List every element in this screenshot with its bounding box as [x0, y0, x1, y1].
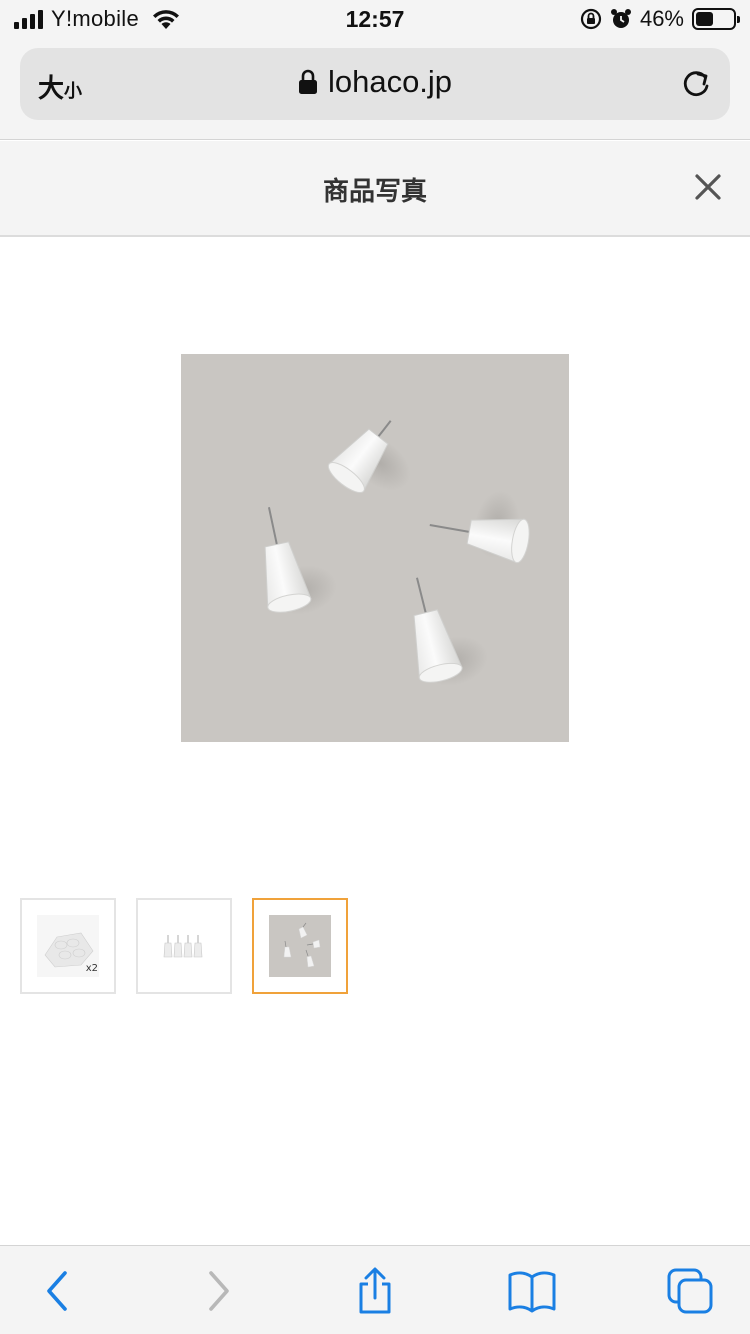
battery-icon	[692, 8, 740, 30]
forward-icon	[209, 1271, 229, 1311]
alarm-icon	[610, 9, 631, 28]
bookmarks-icon	[508, 1271, 556, 1313]
url-display[interactable]: lohaco.jp	[20, 64, 730, 100]
modal-header: 商品写真	[0, 141, 750, 237]
thumbnail-badge: x2	[85, 963, 98, 974]
forward-button[interactable]	[193, 1266, 243, 1316]
status-right: 46%	[580, 6, 740, 32]
close-icon[interactable]	[690, 169, 726, 205]
browser-top-bar: 大小 lohaco.jp	[0, 40, 750, 140]
share-button[interactable]	[350, 1266, 400, 1316]
thumbnail-2-image	[153, 915, 215, 977]
tabs-button[interactable]	[665, 1266, 715, 1316]
thumbnail-3[interactable]	[252, 898, 348, 994]
thumbnail-strip: x2	[20, 898, 348, 994]
tabs-icon	[667, 1268, 713, 1314]
battery-percent: 46%	[639, 6, 684, 31]
reload-icon[interactable]	[678, 66, 714, 102]
battery-fill	[696, 12, 713, 26]
thumbnail-2[interactable]	[136, 898, 232, 994]
modal-title: 商品写真	[322, 177, 427, 207]
rotation-lock-icon	[580, 8, 602, 30]
browser-toolbar	[0, 1245, 750, 1334]
lock-icon	[298, 69, 317, 94]
share-icon	[359, 1267, 391, 1314]
url-text: lohaco.jp	[327, 64, 453, 99]
thumbnail-1[interactable]: x2	[20, 898, 116, 994]
push-pins-image	[264, 420, 530, 686]
thumbnail-3-image	[269, 915, 331, 977]
status-bar: Y!mobile 12:57 46%	[0, 0, 750, 40]
main-product-photo	[181, 354, 569, 742]
back-button[interactable]	[33, 1266, 83, 1316]
back-icon	[47, 1271, 67, 1311]
address-bar[interactable]: 大小 lohaco.jp	[20, 48, 730, 120]
bookmarks-button[interactable]	[507, 1266, 557, 1316]
